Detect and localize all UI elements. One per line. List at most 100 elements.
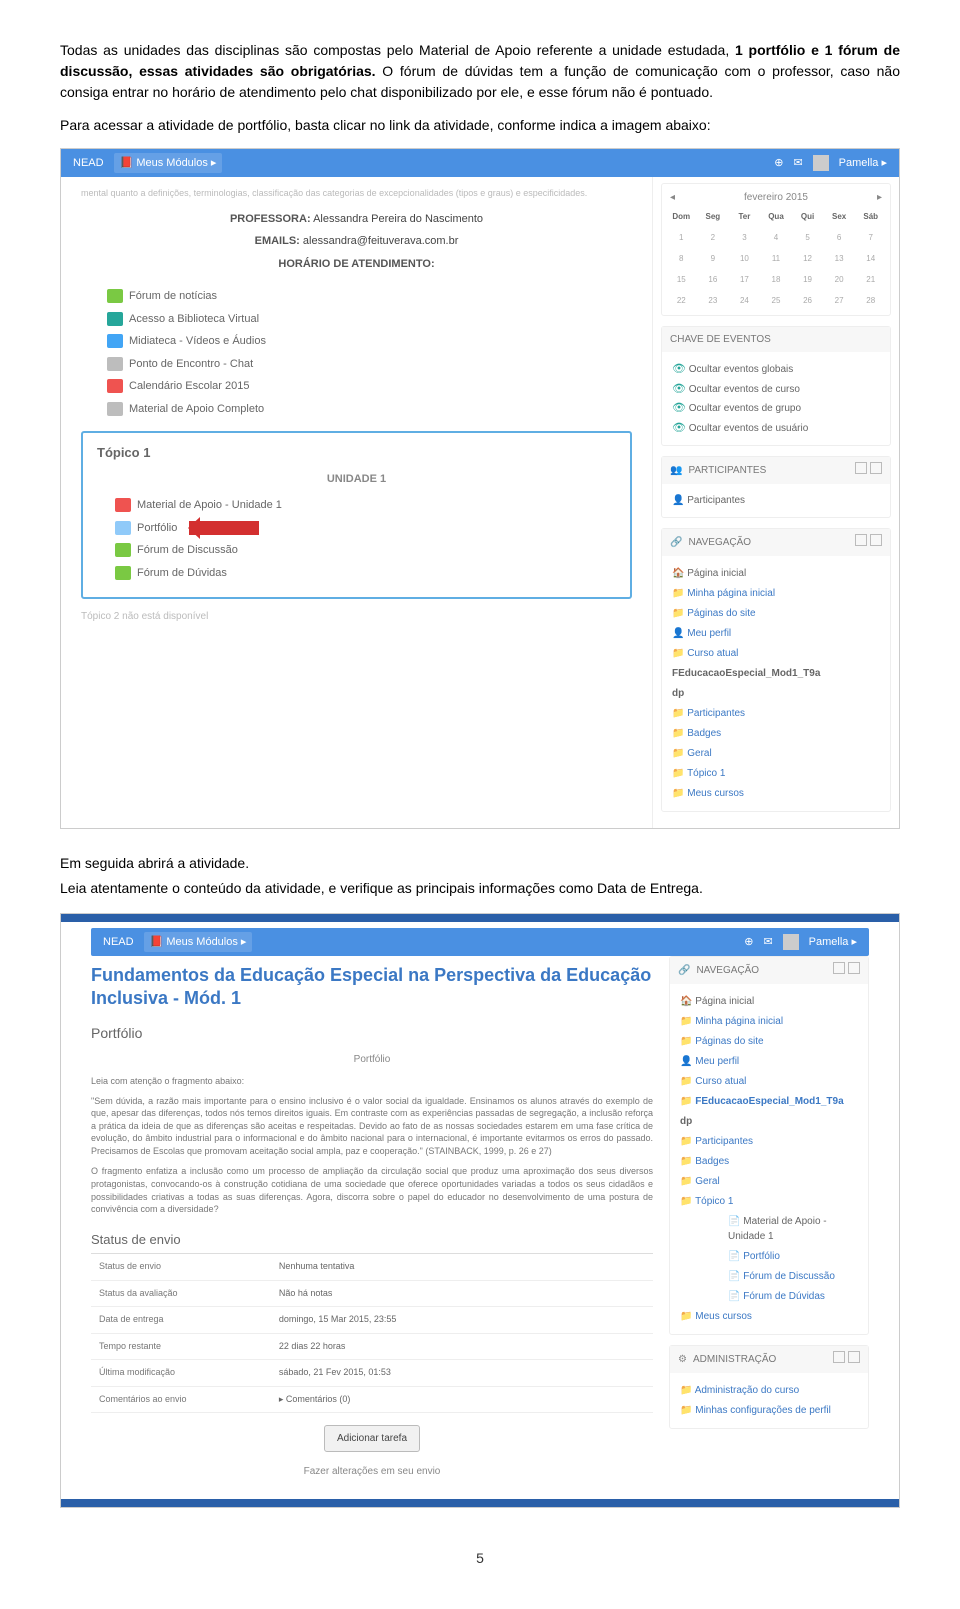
settings-icon[interactable] xyxy=(870,462,882,474)
add-icon[interactable]: ⊕ xyxy=(744,934,753,951)
navegacao-panel: 🔗 NAVEGAÇÃO 🏠 Página inicial 📁 Minha pág… xyxy=(669,956,869,1335)
table-row: Comentários ao envio▸ Comentários (0) xyxy=(91,1386,653,1413)
participantes-link[interactable]: 👤 Participantes xyxy=(672,493,880,508)
nav-participantes[interactable]: 📁 Participantes xyxy=(680,1133,858,1150)
res-biblioteca[interactable]: Acesso a Biblioteca Virtual xyxy=(107,311,632,328)
nav-current-course[interactable]: 📁 Curso atual xyxy=(680,1073,858,1090)
item-portfolio[interactable]: Portfólio xyxy=(115,520,616,537)
meus-modulos-menu[interactable]: 📕 Meus Módulos ▸ xyxy=(144,932,253,953)
nav-forum-duv[interactable]: 📄 Fórum de Dúvidas xyxy=(728,1288,858,1305)
intro-text-1a: Todas as unidades das disciplinas são co… xyxy=(60,42,735,58)
nav-geral[interactable]: 📁 Geral xyxy=(680,1173,858,1190)
eye-icon: 👁 xyxy=(672,422,686,434)
settings-icon[interactable] xyxy=(870,534,882,546)
chave-eventos-panel: CHAVE DE EVENTOS 👁 Ocultar eventos globa… xyxy=(661,326,891,446)
chave-eventos-title: CHAVE DE EVENTOS xyxy=(670,332,771,347)
fragment-quote: "Sem dúvida, a razão mais importante par… xyxy=(91,1095,653,1158)
adm-curso[interactable]: 📁 Administração do curso xyxy=(680,1382,858,1399)
settings-icon[interactable] xyxy=(848,962,860,974)
nav-course-code[interactable]: FEducacaoEspecial_Mod1_T9a xyxy=(672,665,880,682)
table-row: Tempo restante22 dias 22 horas xyxy=(91,1333,653,1360)
unidade-1-heading: UNIDADE 1 xyxy=(97,471,616,488)
book-icon xyxy=(107,312,123,326)
chave-grupo[interactable]: 👁 Ocultar eventos de grupo xyxy=(672,400,880,417)
page-number: 5 xyxy=(60,1548,900,1569)
item-material-apoio[interactable]: Material de Apoio - Unidade 1 xyxy=(115,497,616,514)
res-chat[interactable]: Ponto de Encontro - Chat xyxy=(107,356,632,373)
table-row: Data de entregadomingo, 15 Mar 2015, 23:… xyxy=(91,1307,653,1334)
course-title: Fundamentos da Educação Especial na Pers… xyxy=(91,964,653,1009)
add-icon[interactable]: ⊕ xyxy=(774,155,783,172)
brand-nead[interactable]: NEAD xyxy=(73,155,104,172)
res-material-completo[interactable]: Material de Apoio Completo xyxy=(107,401,632,418)
nav-topico1[interactable]: 📁 Tópico 1 xyxy=(672,765,880,782)
collapse-icon[interactable] xyxy=(833,962,845,974)
nav-meus-cursos[interactable]: 📁 Meus cursos xyxy=(680,1308,858,1325)
settings-icon[interactable] xyxy=(848,1351,860,1363)
lead-text: Leia com atenção o fragmento abaixo: xyxy=(91,1075,653,1089)
mid-para-1: Em seguida abrirá a atividade. xyxy=(60,853,900,874)
adm-perfil[interactable]: 📁 Minhas configurações de perfil xyxy=(680,1402,858,1419)
participantes-title: PARTICIPANTES xyxy=(688,463,766,478)
topic-1-title: Tópico 1 xyxy=(97,443,616,463)
res-forum-noticias[interactable]: Fórum de notícias xyxy=(107,288,632,305)
topbar: NEAD 📕 Meus Módulos ▸ ⊕ ✉ Pamella ▸ xyxy=(61,149,899,177)
mail-icon[interactable]: ✉ xyxy=(763,934,772,951)
mail-icon[interactable]: ✉ xyxy=(793,155,802,172)
nav-badges[interactable]: 📁 Badges xyxy=(672,725,880,742)
nav-portfolio[interactable]: 📄 Portfólio xyxy=(728,1248,858,1265)
user-menu[interactable]: Pamella ▸ xyxy=(809,934,857,951)
avatar[interactable] xyxy=(783,934,799,950)
nav-badges[interactable]: 📁 Badges xyxy=(680,1153,858,1170)
add-task-button[interactable]: Adicionar tarefa xyxy=(324,1425,420,1452)
intro-para-1: Todas as unidades das disciplinas são co… xyxy=(60,40,900,103)
item-forum-duvidas[interactable]: Fórum de Dúvidas xyxy=(115,565,616,582)
topbar: NEAD 📕 Meus Módulos ▸ ⊕ ✉ Pamella ▸ xyxy=(91,928,869,956)
chave-curso[interactable]: 👁 Ocultar eventos de curso xyxy=(672,381,880,398)
navegacao-title: NAVEGAÇÃO xyxy=(696,963,759,978)
nav-home[interactable]: 🏠 Página inicial xyxy=(680,993,858,1010)
nav-geral[interactable]: 📁 Geral xyxy=(672,745,880,762)
brand-nead[interactable]: NEAD xyxy=(103,934,134,951)
item-forum-discussao[interactable]: Fórum de Discussão xyxy=(115,542,616,559)
mid-para-2: Leia atentamente o conteúdo da atividade… xyxy=(60,878,900,899)
gear-icon: ⚙ xyxy=(678,1352,687,1367)
meus-modulos-menu[interactable]: 📕 Meus Módulos ▸ xyxy=(114,153,223,174)
intro-para-2: Para acessar a atividade de portfólio, b… xyxy=(60,115,900,136)
nav-mypage[interactable]: 📁 Minha página inicial xyxy=(680,1013,858,1030)
collapse-icon[interactable] xyxy=(855,462,867,474)
nav-forum-disc[interactable]: 📄 Fórum de Discussão xyxy=(728,1268,858,1285)
res-midiateca[interactable]: Midiateca - Vídeos e Áudios xyxy=(107,333,632,350)
calendar-block: ◂ fevereiro 2015 ▸ DomSegTerQuaQuiSexSáb… xyxy=(661,183,891,316)
cal-prev[interactable]: ◂ xyxy=(670,190,675,205)
emails-label: EMAILS: xyxy=(255,235,300,247)
nav-profile[interactable]: 👤 Meu perfil xyxy=(672,625,880,642)
doc-icon xyxy=(107,402,123,416)
avatar[interactable] xyxy=(813,155,829,171)
chave-usuario[interactable]: 👁 Ocultar eventos de usuário xyxy=(672,420,880,437)
nav-profile[interactable]: 👤 Meu perfil xyxy=(680,1053,858,1070)
nav-home[interactable]: 🏠 Página inicial xyxy=(672,565,880,582)
nav-sitepages[interactable]: 📁 Páginas do site xyxy=(680,1033,858,1050)
eye-icon: 👁 xyxy=(672,402,686,414)
nav-mypage[interactable]: 📁 Minha página inicial xyxy=(672,585,880,602)
portfolio-heading: Portfólio xyxy=(91,1023,653,1044)
participantes-panel: 👥 PARTICIPANTES 👤 Participantes xyxy=(661,456,891,518)
user-menu[interactable]: Pamella ▸ xyxy=(839,155,887,172)
nav-icon: 🔗 xyxy=(670,535,682,550)
nav-material[interactable]: 📄 Material de Apoio - Unidade 1 xyxy=(728,1213,858,1245)
pdf-icon xyxy=(115,498,131,512)
res-calendario[interactable]: Calendário Escolar 2015 xyxy=(107,378,632,395)
nav-sitepages[interactable]: 📁 Páginas do site xyxy=(672,605,880,622)
collapse-icon[interactable] xyxy=(833,1351,845,1363)
nav-topico1[interactable]: 📁 Tópico 1 xyxy=(680,1193,858,1210)
nav-current-course[interactable]: 📁 Curso atual xyxy=(672,645,880,662)
chave-globais[interactable]: 👁 Ocultar eventos globais xyxy=(672,361,880,378)
administracao-panel: ⚙ ADMINISTRAÇÃO 📁 Administração do curso… xyxy=(669,1345,869,1429)
collapse-icon[interactable] xyxy=(855,534,867,546)
nav-course-code[interactable]: 📁 FEducacaoEspecial_Mod1_T9a xyxy=(680,1093,858,1110)
nav-participantes[interactable]: 📁 Participantes xyxy=(672,705,880,722)
screenshot-portfolio-page: NEAD 📕 Meus Módulos ▸ ⊕ ✉ Pamella ▸ Fund… xyxy=(60,913,900,1508)
cal-next[interactable]: ▸ xyxy=(877,190,882,205)
nav-meus-cursos[interactable]: 📁 Meus cursos xyxy=(672,785,880,802)
